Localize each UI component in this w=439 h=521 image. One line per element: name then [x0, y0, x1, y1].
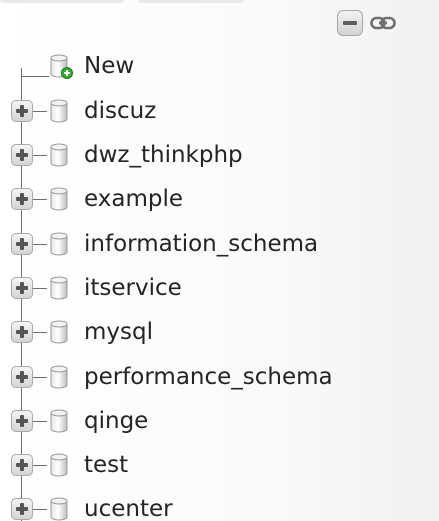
database-icon	[50, 409, 68, 433]
tree-item-database[interactable]: discuz	[0, 93, 439, 129]
database-tree: New discuz dwz_thinkphp example informat…	[0, 0, 439, 521]
database-icon	[50, 365, 68, 389]
tree-item-database[interactable]: qinge	[0, 403, 439, 439]
tree-branch-line	[33, 332, 47, 333]
tree-item-label[interactable]: itservice	[84, 274, 182, 302]
database-icon	[50, 187, 68, 211]
expand-plus-icon[interactable]	[11, 410, 33, 432]
tree-item-label[interactable]: test	[84, 451, 128, 479]
expand-plus-icon[interactable]	[11, 144, 33, 166]
tree-item-label[interactable]: New	[84, 52, 134, 80]
database-new-icon	[50, 54, 73, 79]
tree-item-database[interactable]: example	[0, 181, 439, 217]
tree-item-database[interactable]: mysql	[0, 314, 439, 350]
tree-branch-line	[33, 509, 47, 510]
tree-branch-line	[33, 421, 47, 422]
expand-plus-icon[interactable]	[11, 366, 33, 388]
expand-plus-icon[interactable]	[11, 321, 33, 343]
database-icon	[50, 99, 68, 123]
tree-branch-line	[33, 155, 47, 156]
navigation-panel: New discuz dwz_thinkphp example informat…	[0, 0, 439, 521]
tree-item-database[interactable]: ucenter	[0, 491, 439, 521]
tree-item-database[interactable]: itservice	[0, 270, 439, 306]
tree-item-label[interactable]: mysql	[84, 318, 153, 346]
expand-plus-icon[interactable]	[11, 454, 33, 476]
tree-branch-line	[33, 244, 47, 245]
tree-item-label[interactable]: ucenter	[84, 495, 173, 521]
tree-branch-line	[33, 199, 47, 200]
tree-item-label[interactable]: example	[84, 185, 183, 213]
expand-plus-icon[interactable]	[11, 498, 33, 520]
tree-branch-line	[33, 111, 47, 112]
expand-plus-icon[interactable]	[11, 277, 33, 299]
database-icon	[50, 453, 68, 477]
tree-branch-line	[33, 465, 47, 466]
expand-plus-icon[interactable]	[11, 233, 33, 255]
database-icon	[50, 497, 68, 521]
tree-item-database[interactable]: performance_schema	[0, 359, 439, 395]
tree-item-new[interactable]: New	[0, 48, 439, 84]
tree-item-label[interactable]: discuz	[84, 97, 156, 125]
tree-item-label[interactable]: dwz_thinkphp	[84, 141, 243, 169]
tree-item-label[interactable]: performance_schema	[84, 363, 333, 391]
expand-plus-icon[interactable]	[11, 188, 33, 210]
tree-branch-line	[33, 288, 47, 289]
tree-item-database[interactable]: test	[0, 447, 439, 483]
tree-branch-line	[33, 377, 47, 378]
database-icon	[50, 232, 68, 256]
tree-item-label[interactable]: information_schema	[84, 230, 318, 258]
tree-item-database[interactable]: dwz_thinkphp	[0, 137, 439, 173]
database-icon	[50, 276, 68, 300]
tree-item-label[interactable]: qinge	[84, 407, 148, 435]
tree-item-database[interactable]: information_schema	[0, 226, 439, 262]
database-icon	[50, 320, 68, 344]
expand-plus-icon[interactable]	[11, 100, 33, 122]
database-icon	[50, 143, 68, 167]
